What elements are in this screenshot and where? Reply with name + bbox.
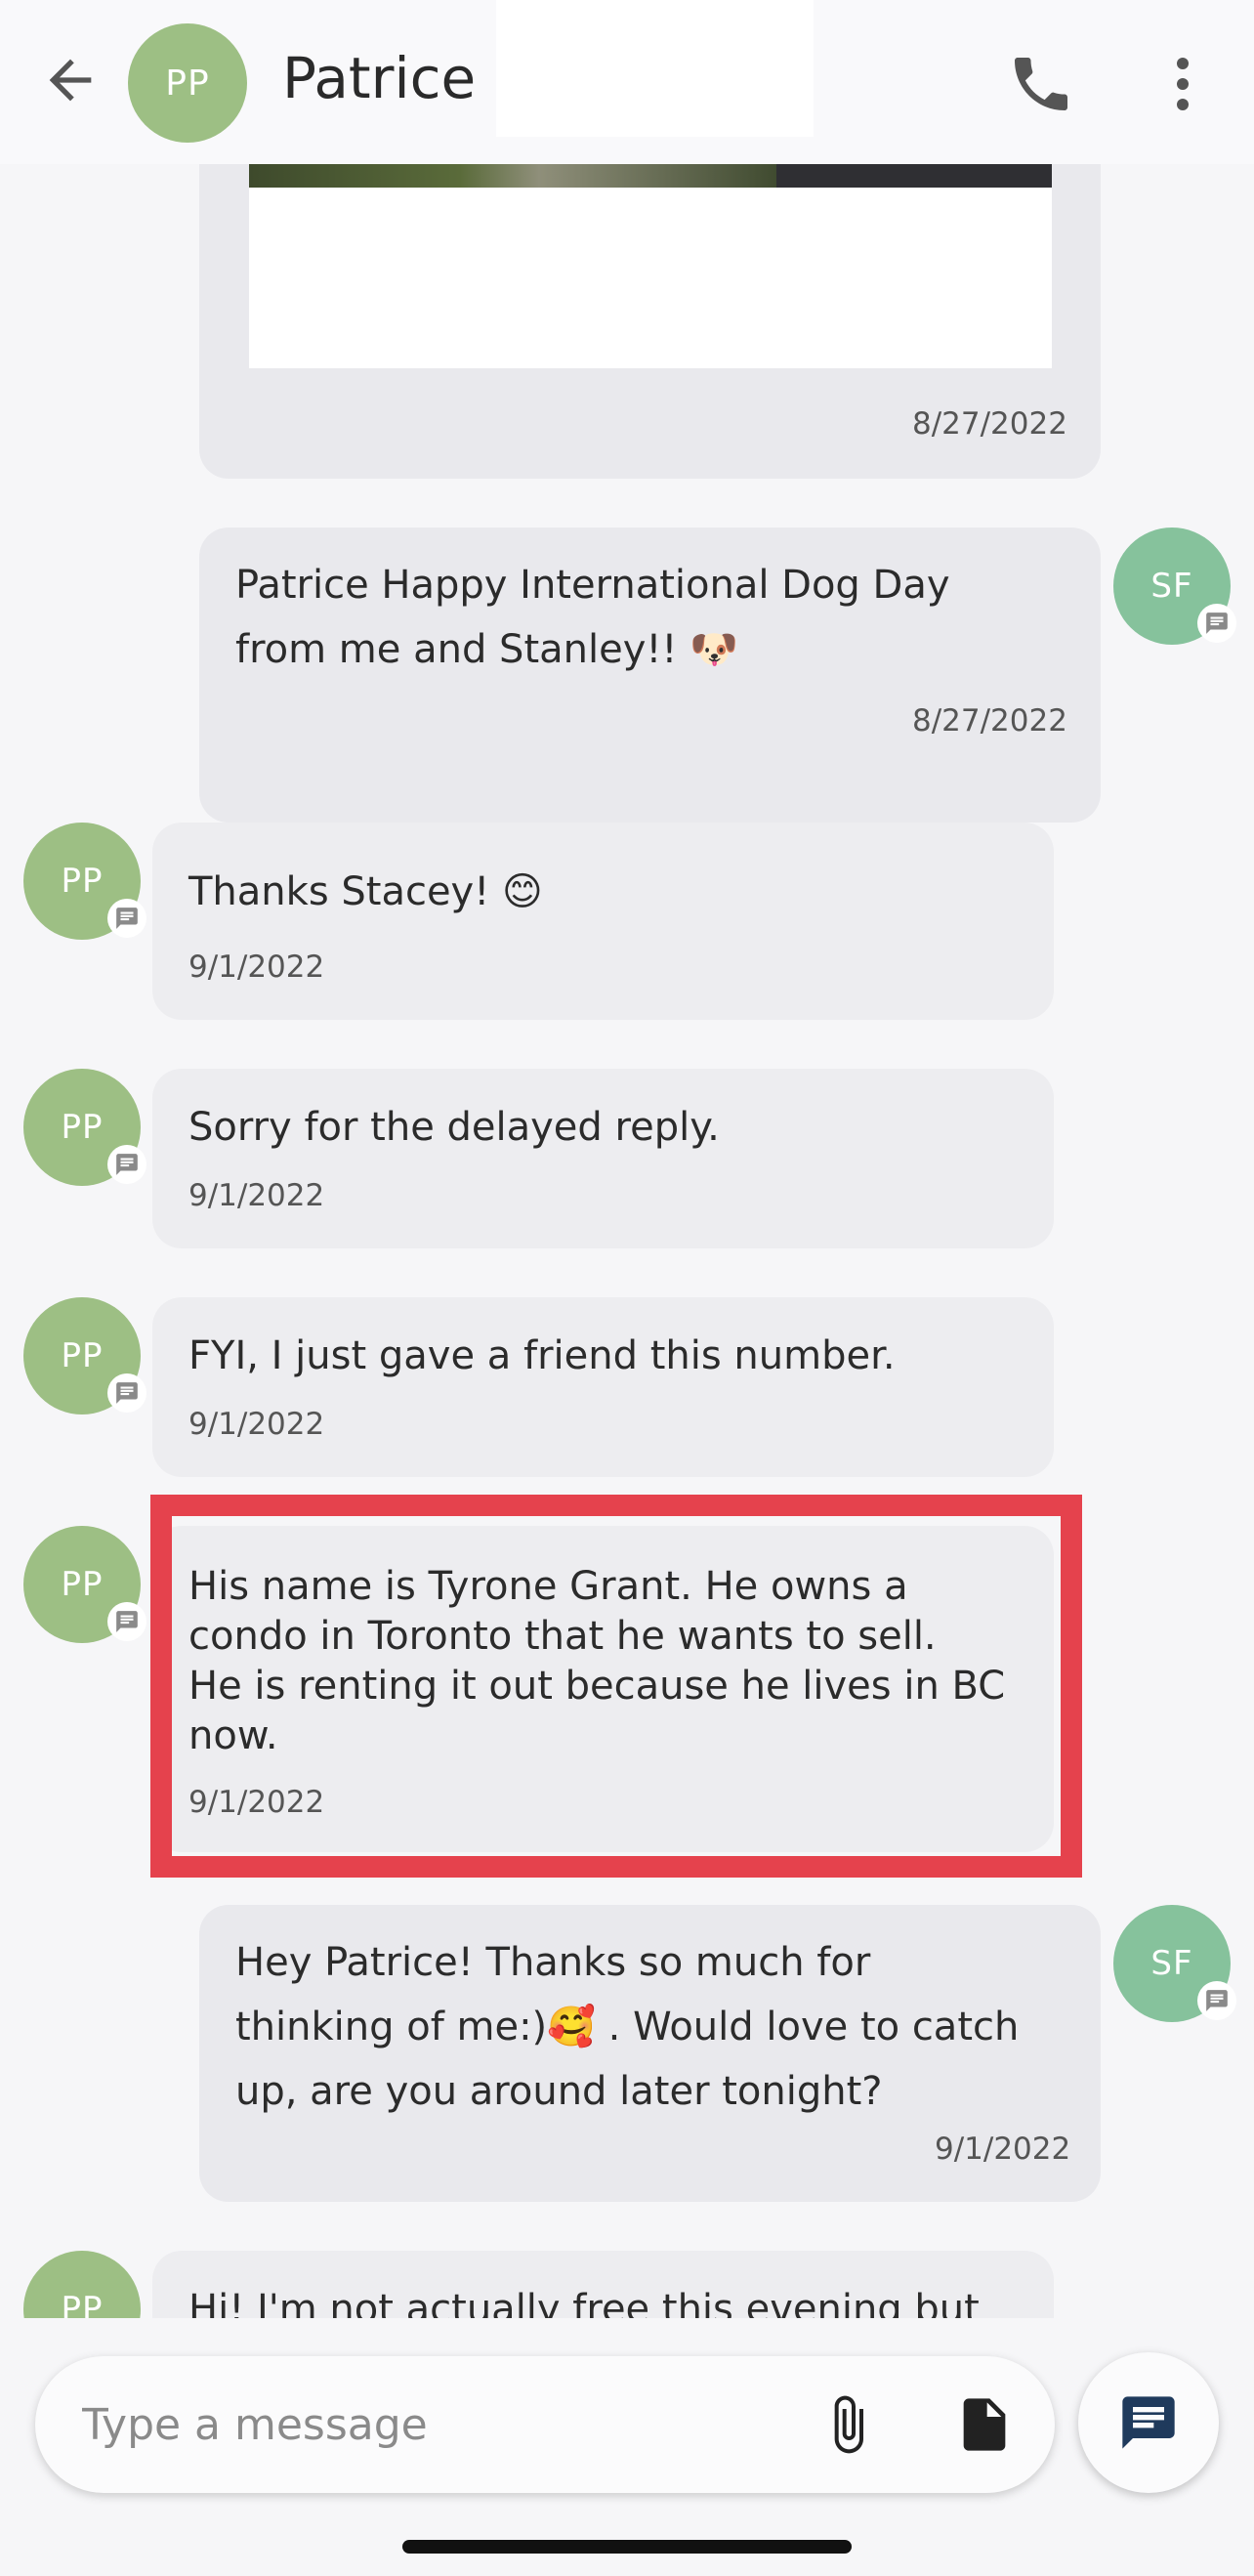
chat-bubble-icon [107, 1602, 146, 1641]
message-text: Patrice Happy International Dog Day [235, 563, 950, 608]
message-text: Thanks Stacey! 😊 [188, 869, 543, 914]
avatar-initials: SF [1150, 1944, 1193, 1983]
header-redaction [496, 0, 814, 137]
sender-avatar[interactable]: PP [23, 1297, 146, 1415]
message-text: FYI, I just gave a friend this number. [188, 1333, 896, 1378]
message-text: Hi! I'm not actually free this evening b… [188, 2287, 980, 2318]
highlight-box [150, 1495, 1082, 1878]
avatar-initials: SF [1150, 567, 1193, 606]
sender-avatar[interactable]: PP [23, 2251, 141, 2318]
message-date: 9/1/2022 [188, 950, 325, 985]
message-date: 9/1/2022 [935, 2132, 1071, 2167]
sender-avatar[interactable]: PP [23, 1526, 146, 1643]
home-indicator[interactable] [402, 2540, 852, 2554]
back-button[interactable] [39, 49, 102, 111]
chat-bubble-icon [1197, 1981, 1236, 2020]
sender-avatar[interactable]: PP [23, 823, 146, 940]
message-text: up, are you around later tonight? [235, 2069, 883, 2114]
message-date: 8/27/2022 [912, 703, 1067, 739]
attach-button[interactable] [816, 2389, 879, 2460]
avatar-initials: PP [61, 2290, 104, 2318]
message-date: 9/1/2022 [188, 1407, 325, 1442]
message-date: 9/1/2022 [188, 1178, 325, 1213]
message-text: Sorry for the delayed reply. [188, 1105, 720, 1150]
chat-bubble-icon [107, 1145, 146, 1184]
more-options-button[interactable] [1162, 49, 1203, 119]
contact-name[interactable]: Patrice [282, 45, 476, 111]
avatar-initials: PP [61, 1565, 104, 1604]
call-button[interactable] [1006, 49, 1076, 119]
sender-avatar[interactable]: SF [1113, 1905, 1236, 2022]
image-attachment-photo [249, 164, 776, 188]
document-icon [963, 2398, 1006, 2451]
chat-bubble-icon [1197, 604, 1236, 643]
phone-icon [1015, 58, 1067, 110]
contact-avatar[interactable]: PP [128, 23, 247, 143]
message-list[interactable]: 8/27/2022 Patrice Happy International Do… [0, 164, 1254, 2318]
avatar-initials: PP [61, 1336, 104, 1375]
message-icon [1122, 2396, 1175, 2449]
send-message-button[interactable] [1078, 2352, 1219, 2493]
image-attachment-frame [249, 188, 1052, 368]
message-date: 8/27/2022 [912, 406, 1067, 442]
message-text: from me and Stanley!! 🐶 [235, 627, 738, 672]
avatar-initials: PP [61, 862, 104, 901]
avatar-initials: PP [61, 1108, 104, 1147]
chat-bubble-icon [107, 1373, 146, 1413]
more-vertical-icon [1177, 58, 1189, 110]
message-input[interactable] [82, 2393, 824, 2456]
message-composer [35, 2356, 1055, 2493]
paperclip-icon [834, 2395, 863, 2454]
message-text: Hey Patrice! Thanks so much for [235, 1940, 871, 1985]
sender-avatar[interactable]: PP [23, 1069, 146, 1186]
arrow-left-icon [49, 59, 92, 102]
message-text: thinking of me:)🥰 . Would love to catch [235, 2005, 1020, 2049]
chat-bubble-icon [107, 899, 146, 938]
document-button[interactable] [953, 2389, 1016, 2460]
app-header: PP Patrice [0, 0, 1254, 164]
sender-avatar[interactable]: SF [1113, 528, 1236, 645]
